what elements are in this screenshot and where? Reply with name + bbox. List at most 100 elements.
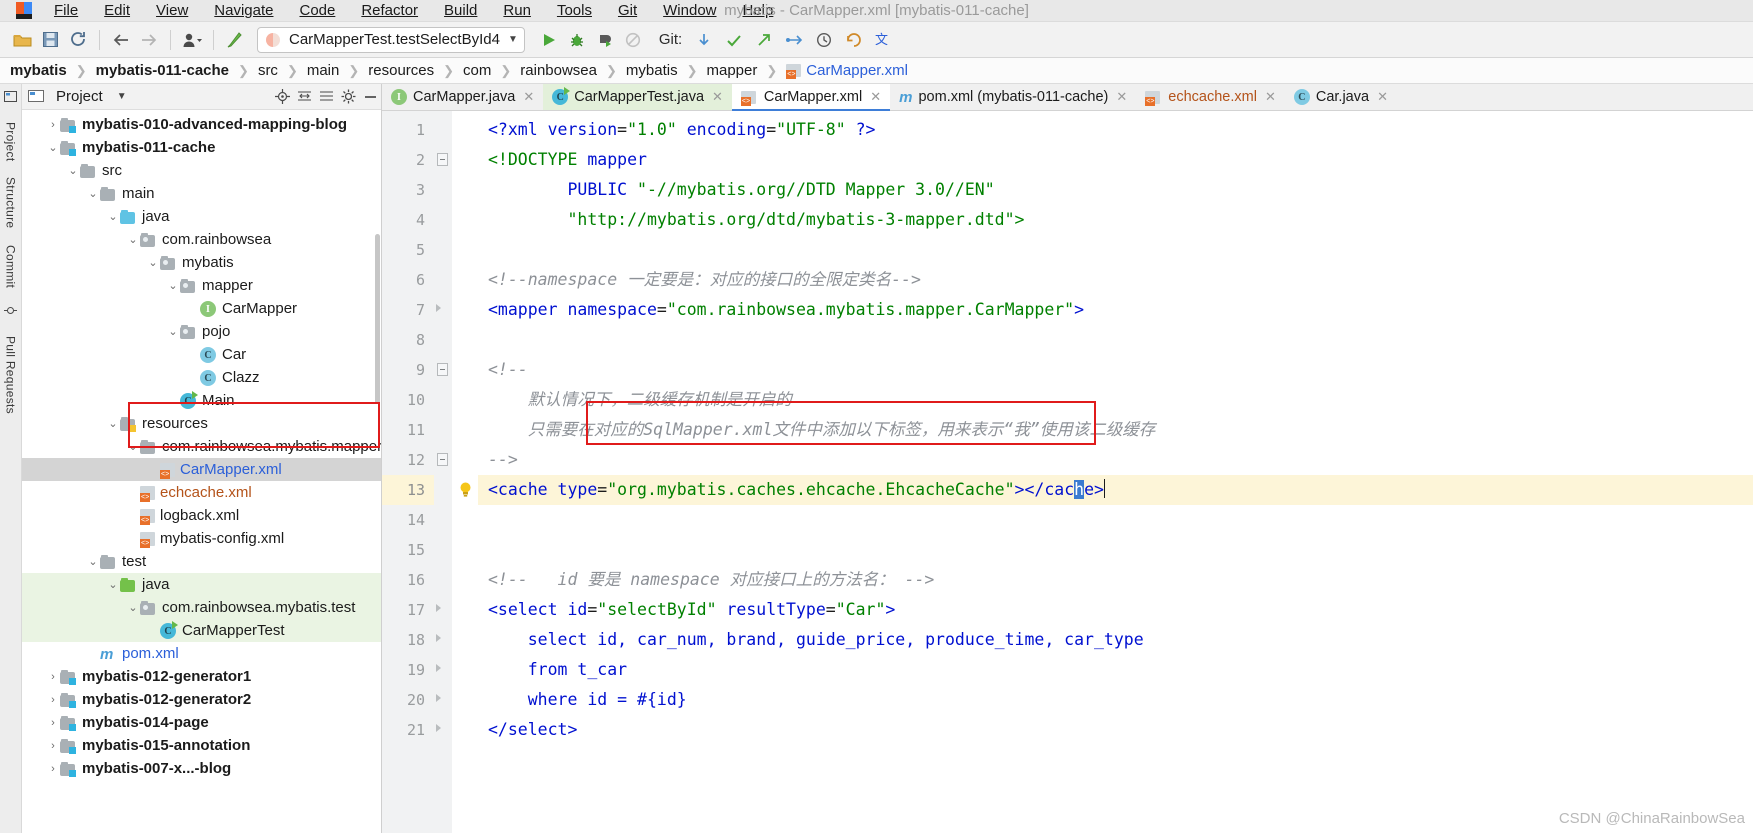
rail-item-project[interactable]: Project <box>4 122 18 161</box>
sync-refresh-icon[interactable] <box>64 27 92 53</box>
navigate-back-icon[interactable] <box>107 27 135 53</box>
code-line[interactable] <box>478 505 1753 535</box>
chevron-right-icon[interactable]: › <box>46 119 60 131</box>
git-update-icon[interactable] <box>690 27 718 53</box>
locate-target-icon[interactable] <box>271 86 293 108</box>
breadcrumb-item-mybatis-pkg[interactable]: mybatis <box>626 62 678 79</box>
chevron-down-icon[interactable]: ⌄ <box>166 325 180 338</box>
fold-marker-row[interactable] <box>434 565 452 595</box>
open-project-icon[interactable] <box>8 27 36 53</box>
code-line[interactable]: <!-- <box>478 355 1753 385</box>
tree-node-echcache-xml[interactable]: echcache.xml <box>22 481 381 504</box>
chevron-down-icon[interactable]: ⌄ <box>126 233 140 246</box>
close-icon[interactable]: ✕ <box>712 89 723 105</box>
code-line[interactable]: </select> <box>478 715 1753 745</box>
fold-marker-row[interactable] <box>434 625 452 655</box>
code-content[interactable]: <?xml version="1.0" encoding="UTF-8" ?> <… <box>478 111 1753 833</box>
tree-node-com-rainbowsea-mybatis-mapper[interactable]: ⌄ com.rainbowsea.mybatis.mapper <box>22 435 381 458</box>
chevron-down-icon[interactable]: ⌄ <box>126 440 140 453</box>
run-play-icon[interactable] <box>535 27 563 53</box>
fold-marker-row[interactable] <box>434 205 452 235</box>
git-history-clock-icon[interactable] <box>810 27 838 53</box>
fold-collapse-icon[interactable] <box>437 153 448 166</box>
tree-node-mapper[interactable]: ⌄ mapper <box>22 274 381 297</box>
run-with-coverage-icon[interactable] <box>591 27 619 53</box>
code-line[interactable] <box>478 325 1753 355</box>
tree-node-carmapper[interactable]: I CarMapper <box>22 297 381 320</box>
project-tree-scrollbar[interactable] <box>375 234 380 404</box>
tree-node-com-rainbowsea[interactable]: ⌄ com.rainbowsea <box>22 228 381 251</box>
breadcrumb-item-mybatis[interactable]: mybatis <box>10 62 67 79</box>
settings-gear-icon[interactable] <box>337 86 359 108</box>
fold-marker-row[interactable] <box>434 175 452 205</box>
fold-expand-icon[interactable] <box>436 724 441 732</box>
menu-item-run[interactable]: Run <box>503 2 531 19</box>
close-icon[interactable]: ✕ <box>870 89 881 105</box>
main-menu-bar[interactable]: File Edit View Navigate Code Refactor Bu… <box>54 2 773 19</box>
fold-marker-row[interactable] <box>434 325 452 355</box>
breadcrumb-item-rainbowsea[interactable]: rainbowsea <box>520 62 597 79</box>
fold-marker-row[interactable] <box>434 145 452 175</box>
chevron-down-icon[interactable]: ⌄ <box>66 164 80 177</box>
tree-node-mybatis-014-page[interactable]: › mybatis-014-page <box>22 711 381 734</box>
code-line[interactable] <box>478 235 1753 265</box>
tree-node-car[interactable]: C Car <box>22 343 381 366</box>
menu-item-tools[interactable]: Tools <box>557 2 592 19</box>
fold-marker-row[interactable] <box>434 235 452 265</box>
close-icon[interactable]: ✕ <box>1377 89 1388 105</box>
fold-marker-row[interactable] <box>434 265 452 295</box>
chevron-down-icon[interactable]: ⌄ <box>106 210 120 223</box>
tree-node-mybatis-010-advanced-mapping-blog[interactable]: › mybatis-010-advanced-mapping-blog <box>22 113 381 136</box>
rail-item-structure[interactable]: Structure <box>4 177 18 228</box>
chevron-down-icon[interactable]: ⌄ <box>166 279 180 292</box>
rail-item-commit[interactable]: Commit <box>4 245 18 288</box>
intention-gutter[interactable] <box>452 111 478 833</box>
chevron-down-icon[interactable]: ⌄ <box>46 141 60 154</box>
tree-node-main[interactable]: ⌄ main <box>22 182 381 205</box>
tree-node-pojo[interactable]: ⌄ pojo <box>22 320 381 343</box>
menu-item-code[interactable]: Code <box>299 2 335 19</box>
tree-node-test[interactable]: ⌄ test <box>22 550 381 573</box>
editor-tab-pom-xml[interactable]: m pom.xml (mybatis-011-cache) ✕ <box>890 84 1136 110</box>
tree-node-mybatis-012-generator2[interactable]: › mybatis-012-generator2 <box>22 688 381 711</box>
breadcrumb-item-main[interactable]: main <box>307 62 340 79</box>
chevron-right-icon[interactable]: › <box>46 763 60 775</box>
code-line[interactable]: "http://mybatis.org/dtd/mybatis-3-mapper… <box>478 205 1753 235</box>
tree-node-src[interactable]: ⌄ src <box>22 159 381 182</box>
code-line[interactable]: <?xml version="1.0" encoding="UTF-8" ?> <box>478 115 1753 145</box>
fold-expand-icon[interactable] <box>436 634 441 642</box>
git-rollback-icon[interactable] <box>840 27 868 53</box>
collapse-horizontal-icon[interactable] <box>293 86 315 108</box>
fold-collapse-icon[interactable] <box>437 453 448 466</box>
code-line[interactable]: from t_car <box>478 655 1753 685</box>
editor-tab-bar[interactable]: I CarMapper.java ✕ C CarMapperTest.java … <box>382 84 1753 111</box>
breadcrumb-item-com[interactable]: com <box>463 62 491 79</box>
fold-expand-icon[interactable] <box>436 604 441 612</box>
tree-node-java[interactable]: ⌄ java <box>22 205 381 228</box>
close-icon[interactable]: ✕ <box>523 89 534 105</box>
code-line[interactable]: <cache type="org.mybatis.caches.ehcache.… <box>478 475 1753 505</box>
tree-node-clazz[interactable]: C Clazz <box>22 366 381 389</box>
chevron-right-icon[interactable]: › <box>46 717 60 729</box>
rail-item-pull-requests[interactable]: Pull Requests <box>4 336 18 414</box>
fold-marker-row[interactable] <box>434 475 452 505</box>
code-line[interactable]: <mapper namespace="com.rainbowsea.mybati… <box>478 295 1753 325</box>
editor-tab-carmappertest-java[interactable]: C CarMapperTest.java ✕ <box>543 84 732 110</box>
navigate-forward-icon[interactable] <box>135 27 163 53</box>
hide-minimize-icon[interactable] <box>359 86 381 108</box>
fold-expand-icon[interactable] <box>436 304 441 312</box>
git-commit-check-icon[interactable] <box>720 27 748 53</box>
code-editor[interactable]: 1 2 3 4 5 6 7 8 9 10 11 12 13 14 15 16 17 18 19 20 21 <?xml … <box>382 111 1753 833</box>
breadcrumb-item-mapper[interactable]: mapper <box>707 62 758 79</box>
code-folding-gutter[interactable] <box>434 111 452 833</box>
chevron-down-icon[interactable]: ⌄ <box>146 256 160 269</box>
tree-node-com-rainbowsea-mybatis-test[interactable]: ⌄ com.rainbowsea.mybatis.test <box>22 596 381 619</box>
close-icon[interactable]: ✕ <box>1265 89 1276 105</box>
fold-marker-row[interactable] <box>434 685 452 715</box>
tree-node-mybatis-config-xml[interactable]: mybatis-config.xml <box>22 527 381 550</box>
build-hammer-icon[interactable] <box>221 27 249 53</box>
git-push-icon[interactable] <box>750 27 778 53</box>
menu-item-build[interactable]: Build <box>444 2 477 19</box>
code-line[interactable] <box>478 535 1753 565</box>
git-branch-icon[interactable] <box>780 27 808 53</box>
